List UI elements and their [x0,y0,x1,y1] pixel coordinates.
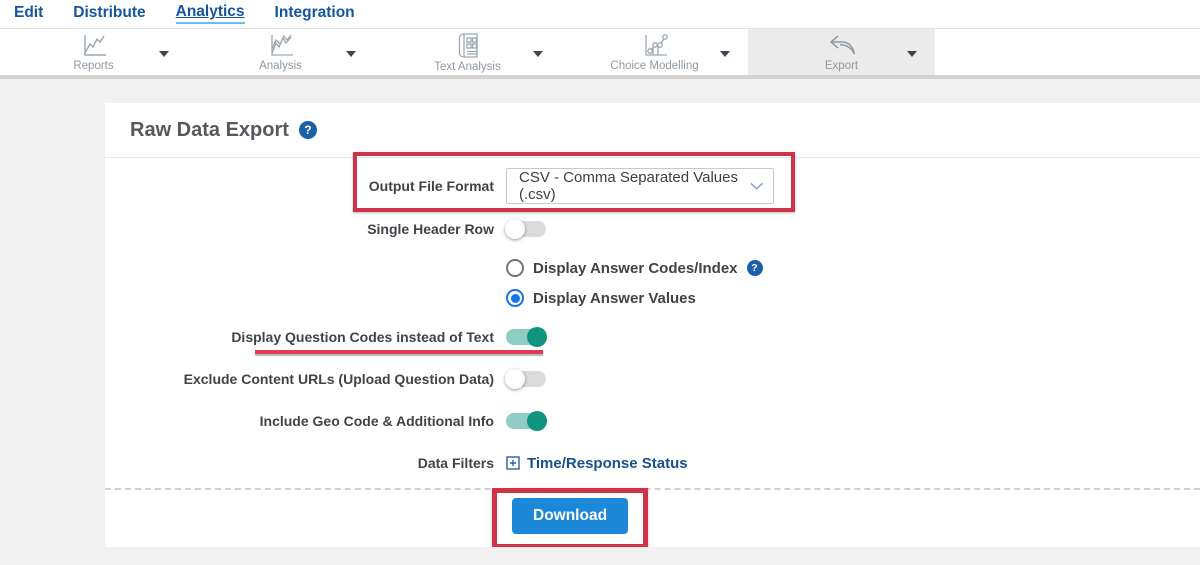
export-arrow-icon [829,34,855,54]
time-response-status-link[interactable]: Time/Response Status [506,455,688,472]
radio-answer-codes[interactable]: Display Answer Codes/Index ? [506,258,763,278]
toolbar-item-export[interactable]: Export [748,29,935,75]
geo-code-label: Include Geo Code & Additional Info [259,413,494,429]
toolbar-item-choice-modelling[interactable]: Choice Modelling [561,29,748,75]
radio-label[interactable]: Display Answer Codes/Index [533,260,738,277]
output-format-select[interactable]: CSV - Comma Separated Values (.csv) [506,168,774,204]
data-filters-label: Data Filters [417,455,494,471]
text-analysis-document-icon [458,32,478,58]
chevron-down-icon [750,182,763,190]
chevron-down-icon[interactable] [346,51,356,57]
download-button[interactable]: Download [512,498,629,534]
chevron-down-icon[interactable] [533,51,543,57]
geo-code-row: Include Geo Code & Additional Info [105,411,1200,431]
toolbar-item-label: Reports [73,59,114,72]
question-codes-toggle[interactable] [506,327,547,347]
top-navigation: Edit Distribute Analytics Integration [0,0,1200,29]
download-area: Download [492,488,1200,547]
raw-data-export-panel: Raw Data Export ? Output File Format CSV… [105,103,1200,547]
toggle-knob [505,219,525,239]
exclude-urls-row: Exclude Content URLs (Upload Question Da… [105,369,1200,389]
radio-button[interactable] [506,259,524,277]
toolbar-item-label: Analysis [259,59,302,72]
nav-item-edit[interactable]: Edit [14,5,43,23]
annotation-underline-question-codes [255,350,543,354]
help-icon[interactable]: ? [746,260,763,276]
analytics-toolbar: Reports Analysis Text Analysis Choice Mo… [0,29,1200,79]
question-codes-label: Display Question Codes instead of Text [231,329,494,345]
time-response-status-label: Time/Response Status [527,454,688,472]
single-header-label: Single Header Row [367,221,494,237]
toolbar-item-label: Export [824,59,859,72]
chevron-down-icon[interactable] [720,51,730,57]
annotation-box-download: Download [492,488,649,547]
single-header-toggle[interactable] [505,219,546,239]
plus-square-icon [506,456,520,470]
app-screen: Edit Distribute Analytics Integration Re… [0,0,1200,565]
geo-code-toggle[interactable] [506,411,547,431]
radio-answer-values[interactable]: Display Answer Values [506,288,763,308]
data-filters-row: Data Filters Time/Response Status [105,454,1200,472]
toggle-knob [505,369,525,389]
chevron-down-icon[interactable] [907,51,917,57]
question-codes-row: Display Question Codes instead of Text [105,327,1200,354]
export-settings-form: Output File Format CSV - Comma Separated… [105,152,1200,472]
nav-item-integration[interactable]: Integration [275,5,355,23]
output-format-value: CSV - Comma Separated Values (.csv) [519,169,738,203]
toggle-knob [527,327,547,347]
output-format-row: Output File Format CSV - Comma Separated… [105,152,1200,212]
answer-display-row: Display Answer Codes/Index ? Display Ans… [105,258,1200,308]
toggle-knob [527,411,547,431]
radio-button[interactable] [506,289,524,307]
reports-line-chart-icon [83,34,106,56]
output-format-label: Output File Format [368,178,494,194]
choice-modelling-scatter-icon [644,33,668,56]
toolbar-item-reports[interactable]: Reports [0,29,187,75]
answer-display-radio-group: Display Answer Codes/Index ? Display Ans… [506,258,763,308]
help-icon[interactable]: ? [298,121,317,139]
chevron-down-icon[interactable] [159,51,169,57]
panel-header: Raw Data Export ? [105,103,1200,158]
toolbar-item-text-analysis[interactable]: Text Analysis [374,29,561,75]
nav-item-analytics[interactable]: Analytics [175,4,245,24]
radio-label[interactable]: Display Answer Values [533,290,696,307]
analysis-multiline-chart-icon [270,34,293,56]
single-header-row: Single Header Row [105,219,1200,239]
toolbar-item-label: Choice Modelling [610,59,699,72]
exclude-urls-label: Exclude Content URLs (Upload Question Da… [183,371,494,387]
toolbar-item-analysis[interactable]: Analysis [187,29,374,75]
toolbar-item-label: Text Analysis [434,60,501,73]
page-title: Raw Data Export [130,118,289,141]
nav-item-distribute[interactable]: Distribute [73,5,145,23]
exclude-urls-toggle[interactable] [505,369,546,389]
